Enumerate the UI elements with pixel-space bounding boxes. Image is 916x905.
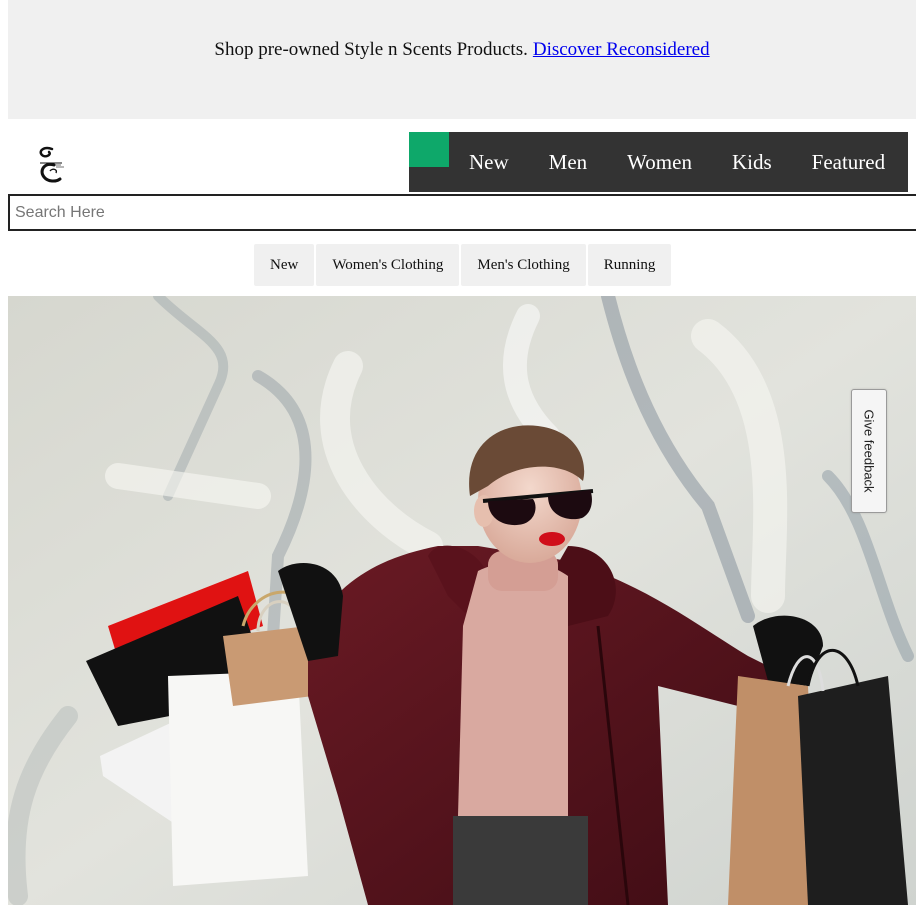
main-nav-list: New Men Women Kids Featured xyxy=(449,132,905,192)
main-nav: New Men Women Kids Featured xyxy=(409,132,908,192)
nav-accent-block xyxy=(409,132,449,167)
promo-link[interactable]: Discover Reconsidered xyxy=(533,39,710,60)
logo-icon xyxy=(39,146,64,183)
category-tab-running[interactable]: Running xyxy=(587,244,672,286)
give-feedback-label: Give feedback xyxy=(861,409,877,493)
promo-banner: Shop pre-owned Style n Scents Products. D… xyxy=(8,0,916,119)
nav-item-men[interactable]: Men xyxy=(529,132,608,192)
hero-image xyxy=(8,296,916,905)
promo-text: Shop pre-owned Style n Scents Products. xyxy=(214,38,528,60)
nav-item-new[interactable]: New xyxy=(449,132,529,192)
nav-item-kids[interactable]: Kids xyxy=(712,132,792,192)
site-logo[interactable] xyxy=(30,143,74,187)
category-tabs: New Women's Clothing Men's Clothing Runn… xyxy=(254,244,672,286)
hero-shopping-woman-illustration xyxy=(8,296,916,905)
category-tab-new[interactable]: New xyxy=(254,244,315,286)
search-input[interactable] xyxy=(8,194,916,231)
promo-content: Shop pre-owned Style n Scents Products. D… xyxy=(214,39,709,61)
nav-item-women[interactable]: Women xyxy=(607,132,712,192)
give-feedback-tab[interactable]: Give feedback xyxy=(851,389,887,513)
nav-item-featured[interactable]: Featured xyxy=(792,132,905,192)
category-tab-womens-clothing[interactable]: Women's Clothing xyxy=(316,244,460,286)
page: Shop pre-owned Style n Scents Products. D… xyxy=(0,0,916,905)
category-tab-mens-clothing[interactable]: Men's Clothing xyxy=(461,244,586,286)
